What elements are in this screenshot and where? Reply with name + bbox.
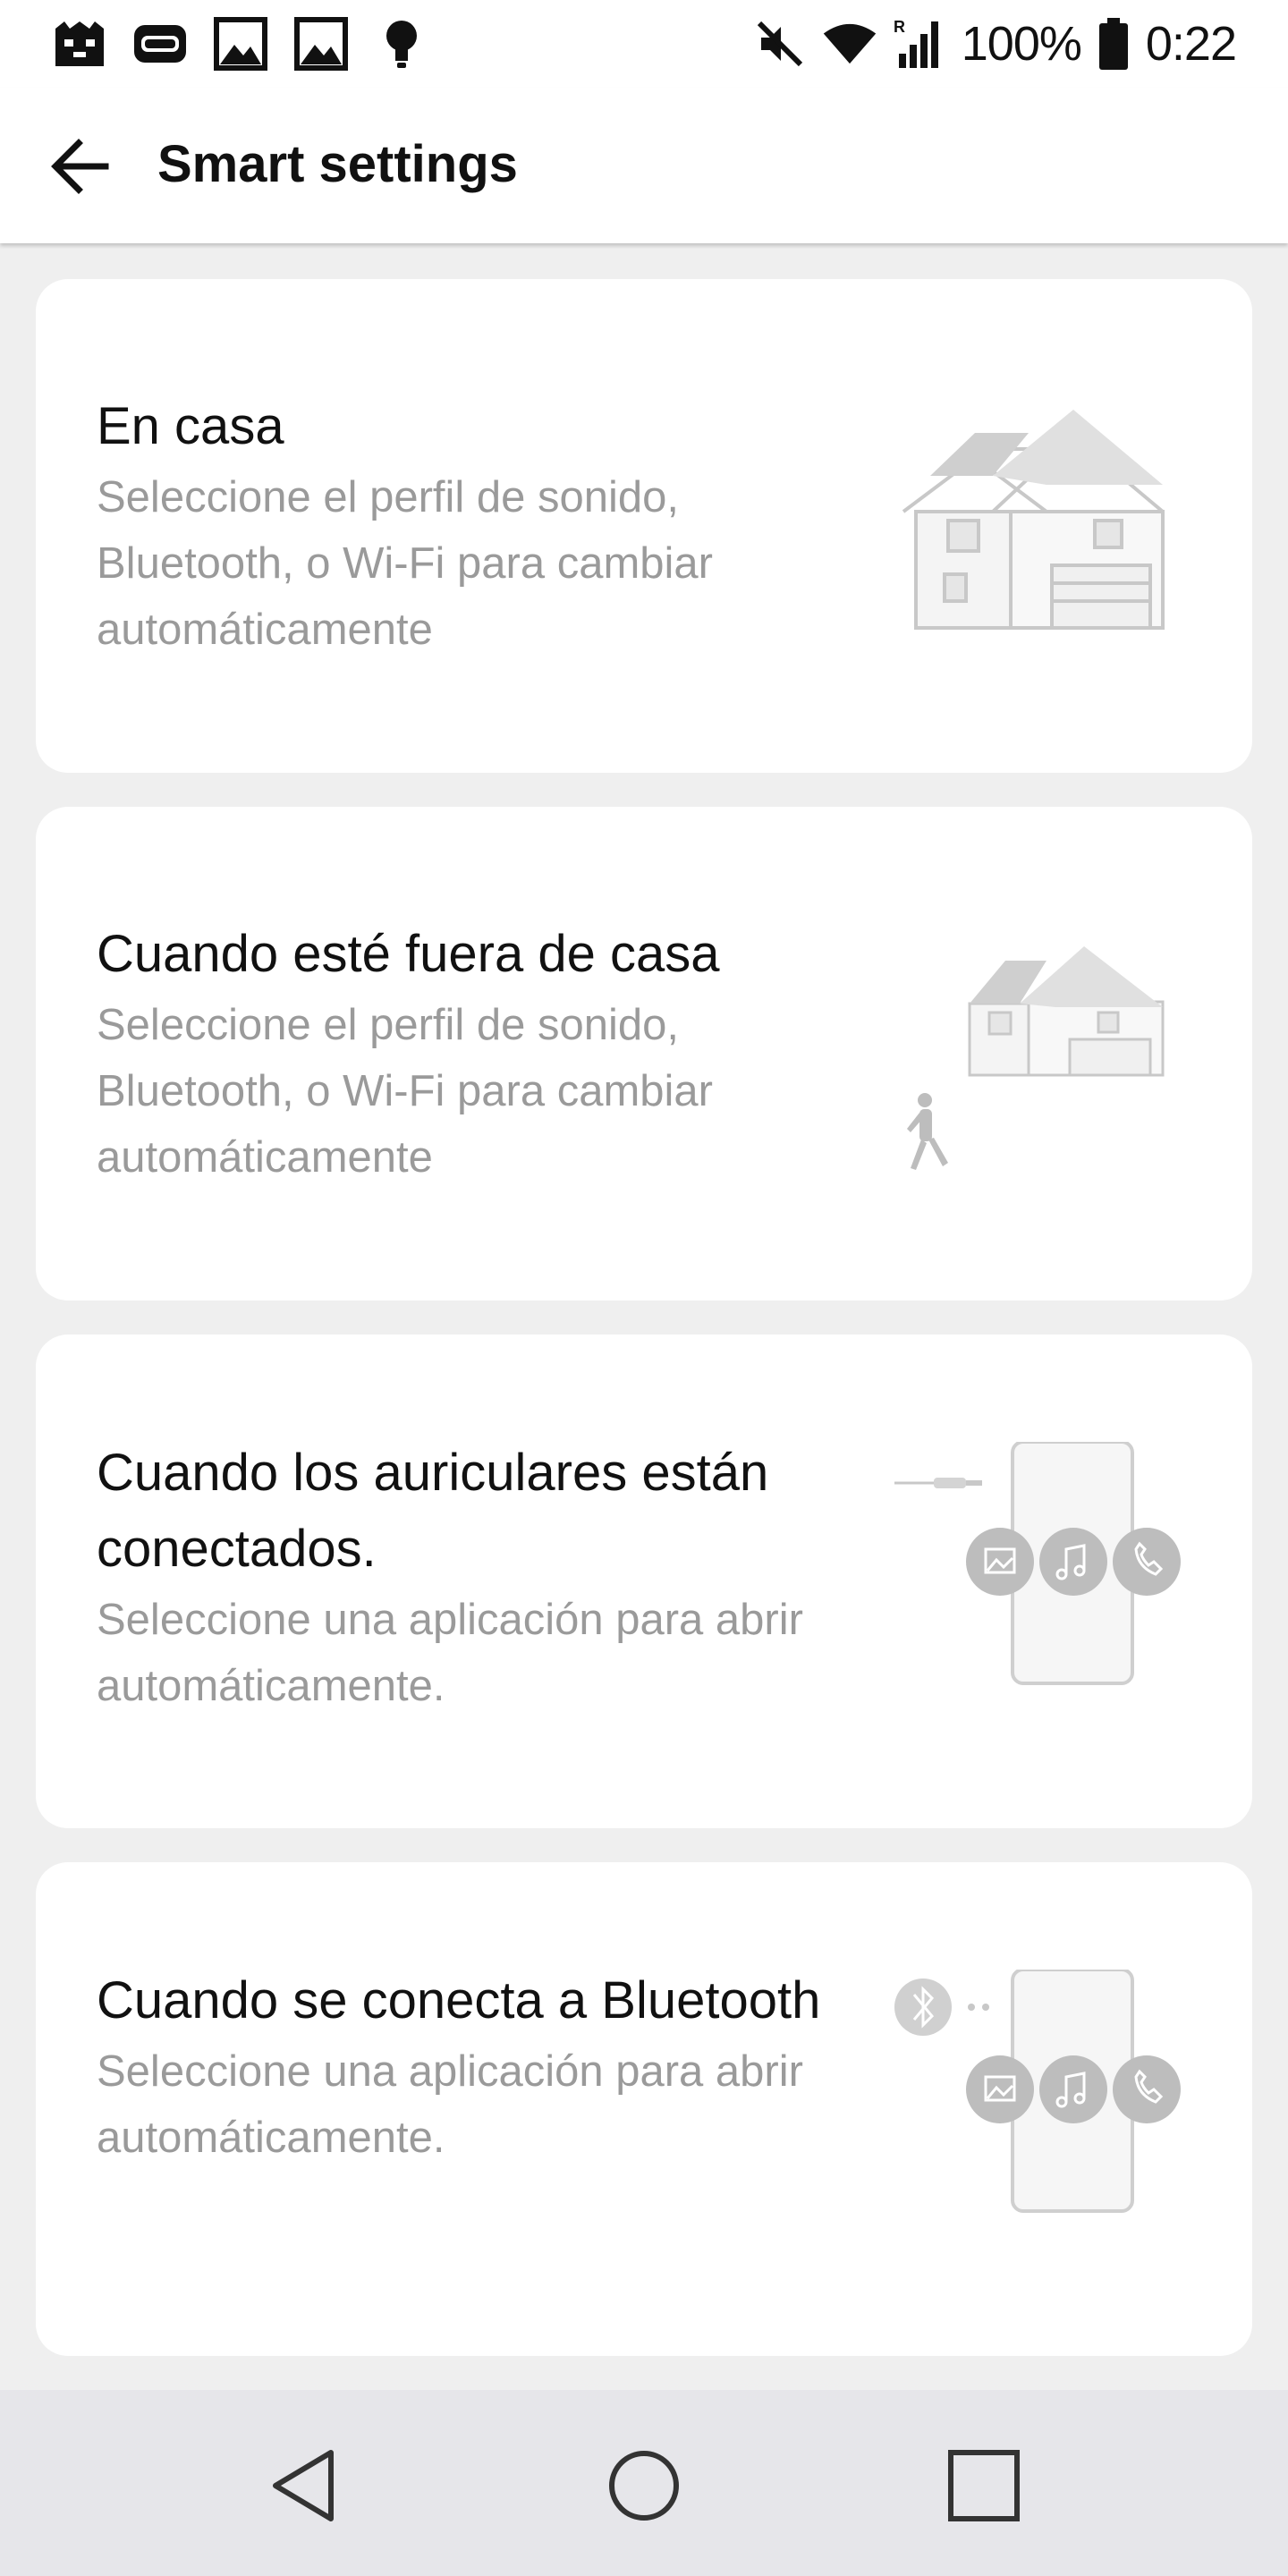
wifi-icon: [822, 16, 877, 72]
nav-recents-icon: [948, 2450, 1020, 2521]
bulb-icon: [374, 16, 429, 72]
clock: 0:22: [1145, 17, 1237, 71]
card-title: Cuando esté fuera de casa: [97, 925, 720, 983]
app-bar: Smart settings: [0, 88, 1288, 243]
notification-icons: [52, 13, 429, 75]
system-status: R 100% 0:22: [752, 13, 1237, 75]
card-text: Cuando esté fuera de casa Seleccione el …: [97, 916, 857, 1191]
nav-back-icon: [273, 2450, 334, 2521]
walking-away-from-house-icon: [894, 914, 1190, 1200]
arrow-left-icon: [51, 139, 109, 194]
card-bluetooth-connected[interactable]: Cuando se conecta a Bluetooth Seleccione…: [36, 1862, 1252, 2356]
card-text: Cuando los auriculares están conectados.…: [97, 1435, 857, 1719]
card-description: Seleccione una aplicación para abrir aut…: [97, 1596, 803, 1710]
card-title: En casa: [97, 397, 284, 455]
nav-home-icon: [609, 2451, 679, 2521]
card-text: En casa Seleccione el perfil de sonido, …: [97, 388, 857, 663]
card-title: Cuando los auriculares están conectados.: [97, 1444, 769, 1578]
game-icon: [52, 16, 107, 72]
battery-percent: 100%: [961, 17, 1082, 71]
back-button[interactable]: [36, 122, 125, 211]
gallery-icon: [293, 16, 349, 72]
card-description: Seleccione el perfil de sonido, Bluetoot…: [97, 1001, 713, 1182]
battery-icon: [1096, 16, 1131, 72]
card-description: Seleccione una aplicación para abrir aut…: [97, 2047, 803, 2162]
house-icon: [894, 386, 1190, 673]
card-description: Seleccione el perfil de sonido, Bluetoot…: [97, 473, 713, 654]
app-icon: [132, 16, 188, 72]
card-text: Cuando se conecta a Bluetooth Seleccione…: [97, 1962, 857, 2171]
svg-text:R: R: [894, 18, 905, 36]
navigation-bar: [0, 2390, 1288, 2576]
card-away-from-home[interactable]: Cuando esté fuera de casa Seleccione el …: [36, 807, 1252, 1301]
card-at-home[interactable]: En casa Seleccione el perfil de sonido, …: [36, 279, 1252, 773]
bluetooth-phone-icon: [894, 1968, 1190, 2256]
nav-recents-button[interactable]: [935, 2436, 1033, 2535]
mute-icon: [752, 16, 808, 72]
card-earphones-connected[interactable]: Cuando los auriculares están conectados.…: [36, 1335, 1252, 1828]
signal-roaming-icon: R: [892, 16, 947, 72]
gallery-icon: [213, 16, 268, 72]
card-title: Cuando se conecta a Bluetooth: [97, 1971, 821, 2029]
nav-home-button[interactable]: [595, 2436, 693, 2535]
earphones-phone-icon: [894, 1440, 1190, 1728]
status-bar: R 100% 0:22: [0, 0, 1288, 88]
nav-back-button[interactable]: [256, 2436, 354, 2535]
page-title: Smart settings: [157, 135, 518, 193]
